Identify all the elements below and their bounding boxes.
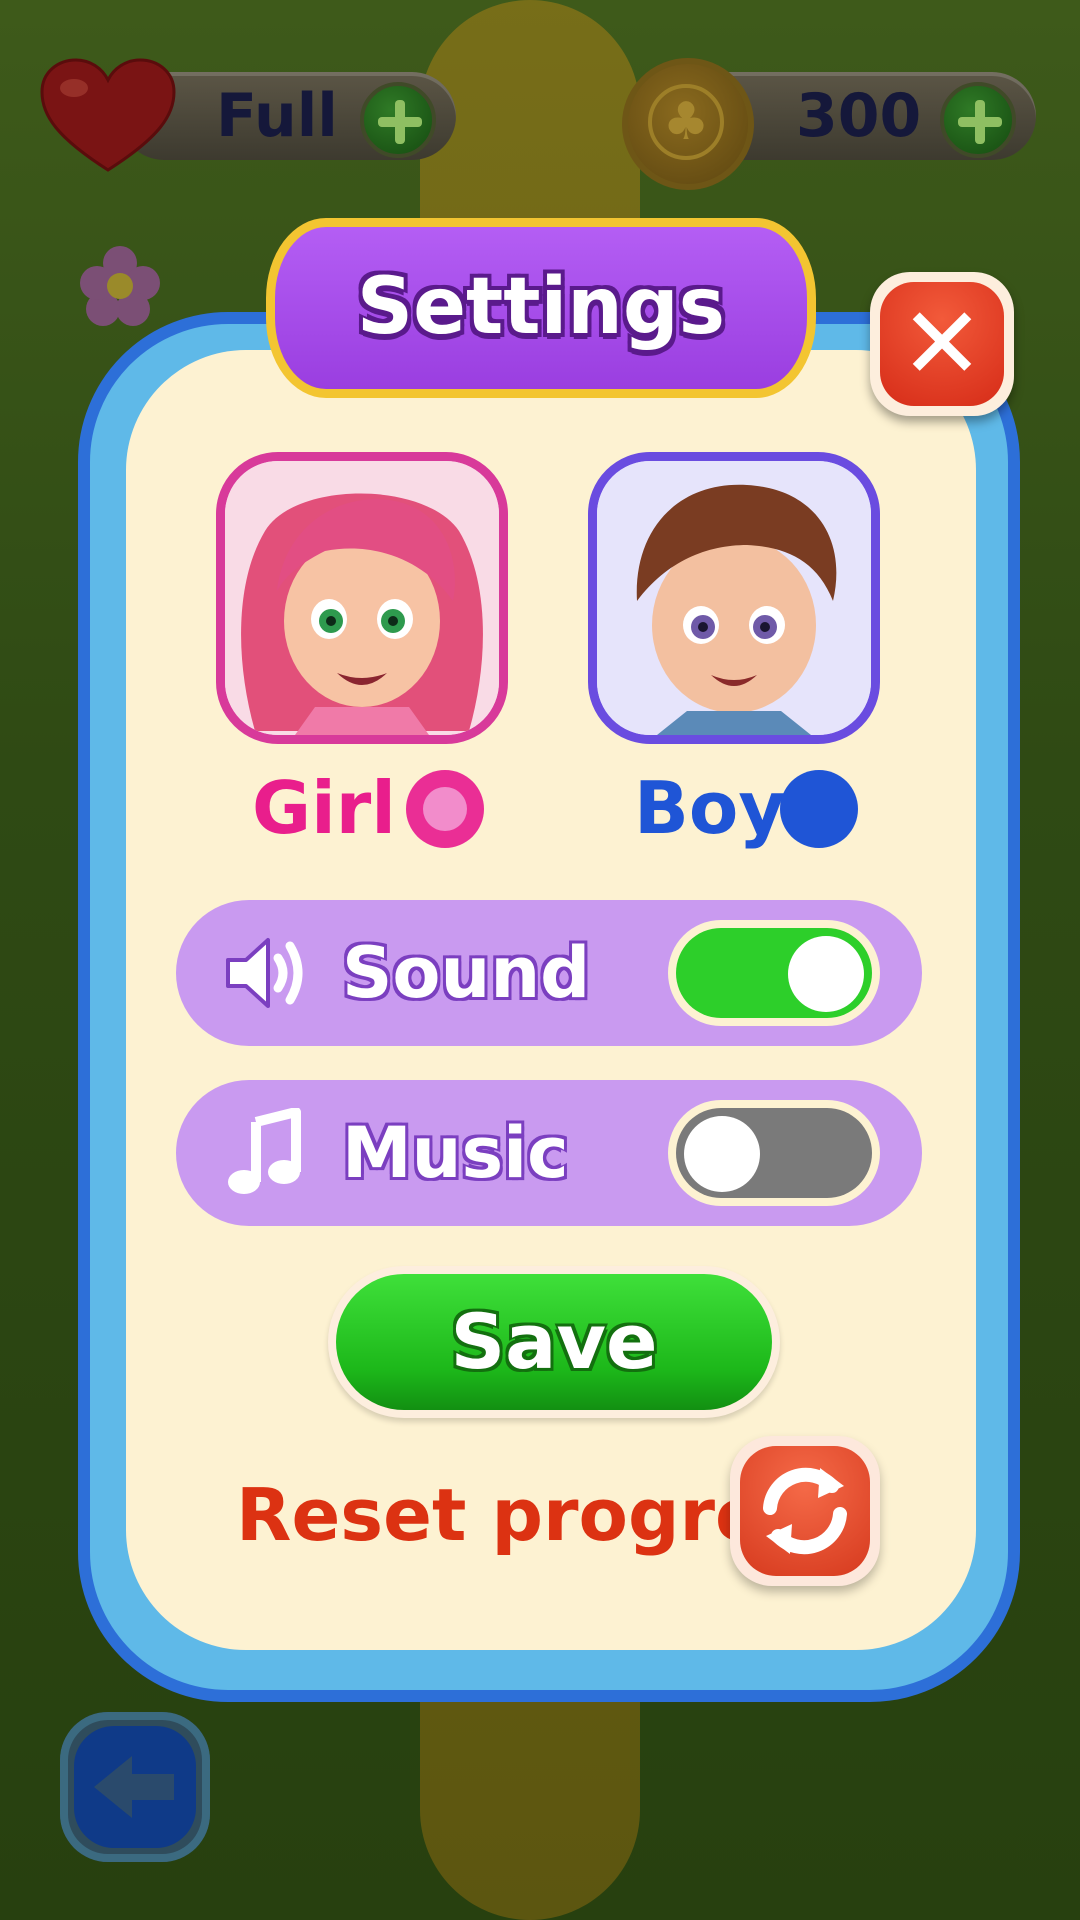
boy-label: Boy: [634, 766, 786, 850]
add-coins-button[interactable]: [940, 82, 1016, 158]
speaker-icon: [226, 938, 303, 1008]
settings-title-banner: Settings: [266, 218, 816, 398]
back-button[interactable]: [60, 1712, 210, 1862]
sound-label: Sound: [342, 932, 591, 1014]
lives-value: Full: [216, 81, 338, 151]
sound-toggle[interactable]: [668, 920, 880, 1026]
refresh-icon: [763, 1467, 847, 1555]
save-label: Save: [336, 1274, 772, 1410]
reset-progress-button[interactable]: [730, 1436, 880, 1586]
sound-row: Sound: [176, 900, 922, 1046]
music-row: Music: [176, 1080, 922, 1226]
girl-face-image: [225, 461, 499, 735]
close-icon: ✕: [880, 282, 1004, 406]
music-toggle[interactable]: [668, 1100, 880, 1206]
add-lives-button[interactable]: [360, 82, 436, 158]
close-button[interactable]: ✕: [870, 272, 1014, 416]
boy-avatar[interactable]: [588, 452, 880, 744]
boy-radio[interactable]: [780, 770, 858, 848]
boy-face-image: [597, 461, 871, 735]
music-note-icon: [228, 1108, 301, 1194]
girl-avatar[interactable]: [216, 452, 508, 744]
arrow-left-icon: [94, 1756, 174, 1818]
heart-icon: [40, 58, 176, 172]
coin-icon: ♣: [622, 58, 754, 190]
girl-radio[interactable]: [406, 770, 484, 848]
flower-decoration: [80, 246, 160, 326]
settings-title: Settings: [356, 262, 726, 352]
girl-label: Girl: [252, 766, 396, 850]
coins-value: 300: [796, 81, 922, 151]
save-button[interactable]: Save: [328, 1266, 780, 1418]
music-label: Music: [342, 1112, 569, 1194]
